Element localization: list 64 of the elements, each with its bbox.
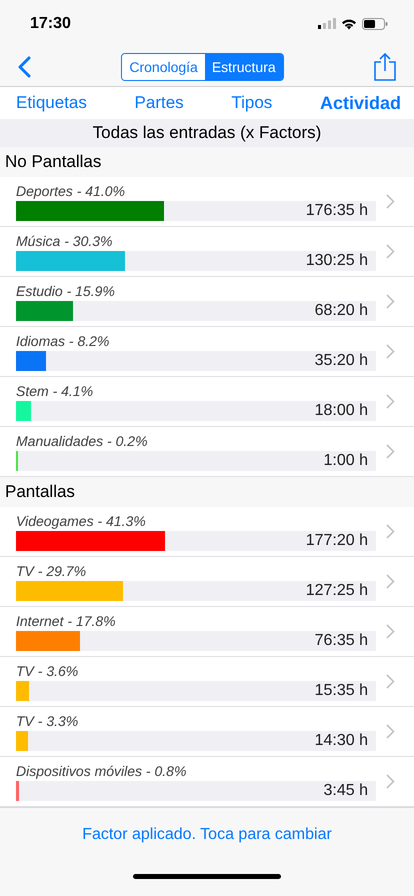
tab[interactable]: Etiquetas (16, 93, 87, 114)
time-value: 14:30 h (314, 732, 368, 750)
chevron-icon (386, 244, 395, 259)
segment-tab[interactable]: Cronología (122, 54, 205, 80)
wifi-icon (341, 18, 357, 30)
activity-row[interactable]: Videogames - 41.3% 177:20 h (0, 506, 414, 557)
activity-label: Stem - 4.1% (16, 382, 94, 401)
tab[interactable]: Actividad (320, 92, 401, 114)
time-value: 176:35 h (306, 202, 368, 220)
signal-icon (318, 18, 336, 30)
chevron-icon (386, 574, 395, 589)
activity-label: Idiomas - 8.2% (16, 332, 110, 351)
time-value: 68:20 h (314, 302, 368, 320)
chevron-icon (386, 394, 395, 409)
activity-row[interactable]: TV - 29.7% 127:25 h (0, 556, 414, 607)
activity-label: Estudio - 15.9% (16, 282, 116, 301)
time-value: 130:25 h (306, 252, 368, 270)
activity-row[interactable]: Idiomas - 8.2% 35:20 h (0, 326, 414, 377)
activity-row[interactable]: Música - 30.3% 130:25 h (0, 226, 414, 277)
status-time: 17:30 (30, 14, 71, 33)
factor-link[interactable]: Factor aplicado. Toca para cambiar (82, 826, 332, 844)
chevron-icon (386, 624, 395, 639)
time-value: 3:45 h (324, 782, 368, 800)
activity-label: Dispositivos móviles - 0.8% (16, 762, 188, 781)
chevron-icon (386, 724, 395, 739)
section-header: Pantallas (0, 476, 414, 507)
chevron-icon (386, 674, 395, 689)
activity-label: Deportes - 41.0% (16, 182, 126, 201)
chevron-icon (386, 524, 395, 539)
activity-label: Videogames - 41.3% (16, 512, 147, 531)
time-value: 18:00 h (314, 402, 368, 420)
chevron-icon (386, 344, 395, 359)
time-value: 1:00 h (324, 452, 368, 470)
time-value: 177:20 h (306, 532, 368, 550)
back-icon[interactable] (18, 56, 31, 78)
chevron-icon (386, 444, 395, 459)
activity-label: Internet - 17.8% (16, 612, 117, 631)
battery-icon (362, 18, 388, 30)
activity-row[interactable]: Stem - 4.1% 18:00 h (0, 376, 414, 427)
tab[interactable]: Partes (134, 93, 184, 114)
activity-label: TV - 29.7% (16, 562, 88, 581)
time-value: 76:35 h (314, 632, 368, 650)
list-header: Todas las entradas (x Factors) (0, 118, 414, 147)
chevron-icon (386, 774, 395, 789)
activity-row[interactable]: Estudio - 15.9% 68:20 h (0, 276, 414, 327)
activity-row[interactable]: Dispositivos móviles - 0.8% 3:45 h (0, 756, 414, 807)
activity-label: TV - 3.6% (16, 662, 80, 681)
time-value: 127:25 h (306, 582, 368, 600)
activity-row[interactable]: Internet - 17.8% 76:35 h (0, 606, 414, 657)
chevron-icon (386, 294, 395, 309)
activity-row[interactable]: TV - 3.6% 15:35 h (0, 656, 414, 707)
segment-tab[interactable]: Estructura (204, 54, 283, 80)
section-header: No Pantallas (0, 146, 414, 177)
activity-label: Música - 30.3% (16, 232, 114, 251)
chevron-icon (386, 194, 395, 209)
activity-label: Manualidades - 0.2% (16, 432, 149, 451)
tab[interactable]: Tipos (231, 93, 272, 114)
activity-row[interactable]: Manualidades - 0.2% 1:00 h (0, 426, 414, 477)
activity-row[interactable]: TV - 3.3% 14:30 h (0, 706, 414, 757)
activity-row[interactable]: Deportes - 41.0% 176:35 h (0, 176, 414, 227)
share-icon[interactable] (374, 52, 396, 81)
activity-label: TV - 3.3% (16, 712, 80, 731)
time-value: 35:20 h (314, 352, 368, 370)
time-value: 15:35 h (314, 682, 368, 700)
